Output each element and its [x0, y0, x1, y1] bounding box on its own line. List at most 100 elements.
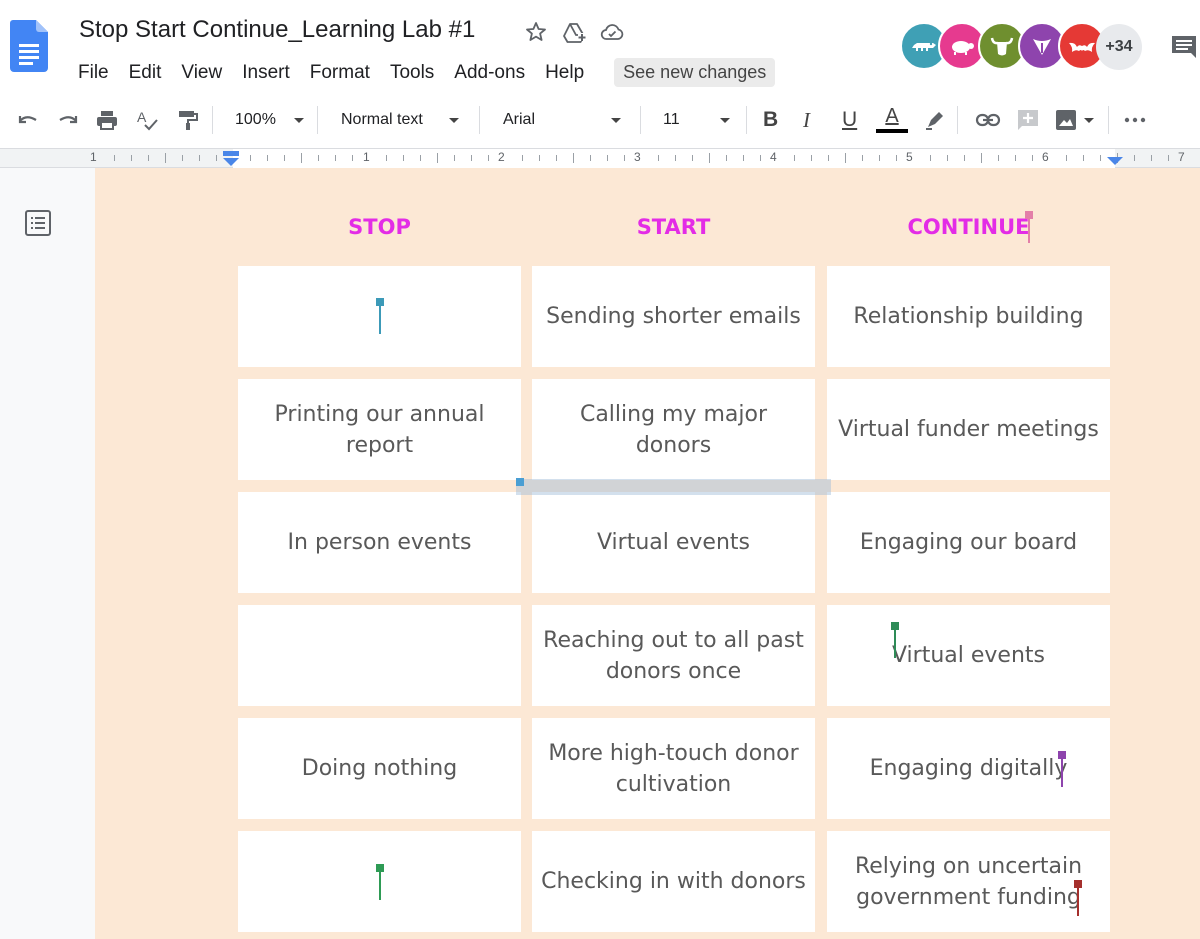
- cloud-saved-icon[interactable]: [600, 20, 624, 44]
- menu-format[interactable]: Format: [310, 62, 370, 84]
- ruler-tick: [114, 155, 115, 161]
- ruler-tick: [964, 155, 965, 161]
- move-to-drive-icon[interactable]: [562, 20, 586, 44]
- menu-edit[interactable]: Edit: [129, 62, 162, 84]
- ruler-tick: [556, 155, 557, 161]
- insert-link-icon[interactable]: [975, 96, 1001, 144]
- document-title[interactable]: Stop Start Continue_Learning Lab #1: [79, 16, 475, 44]
- docs-logo-icon[interactable]: [10, 20, 48, 72]
- font-size-select[interactable]: 11: [663, 96, 730, 144]
- ruler-tick: [539, 155, 540, 161]
- column-header-start: START: [636, 215, 711, 239]
- collaborator-cursor: [1058, 751, 1066, 787]
- ruler-number: 1: [90, 150, 97, 164]
- table-cell[interactable]: Virtual events: [532, 492, 815, 593]
- table-cell[interactable]: Engaging digitally: [827, 718, 1110, 819]
- ruler-tick: [1100, 155, 1101, 161]
- redo-icon[interactable]: [56, 96, 80, 144]
- chevron-down-icon: [611, 117, 622, 123]
- ruler-number: 7: [1178, 150, 1185, 164]
- more-options-icon[interactable]: [1124, 96, 1146, 144]
- ruler-tick: [182, 155, 183, 161]
- ruler-tick: [318, 155, 319, 161]
- left-rail: [0, 168, 95, 939]
- spellcheck-icon[interactable]: A: [135, 96, 159, 144]
- table-cell[interactable]: Relying on uncertain government funding: [827, 831, 1110, 932]
- star-icon[interactable]: [524, 20, 548, 44]
- menu-file[interactable]: File: [78, 62, 109, 84]
- see-new-changes-button[interactable]: See new changes: [614, 58, 776, 87]
- menu-bar: File Edit View Insert Format Tools Add-o…: [78, 58, 776, 87]
- ruler-tick: [845, 153, 846, 163]
- insert-image-icon[interactable]: [1054, 96, 1094, 144]
- comments-icon[interactable]: [1170, 34, 1198, 60]
- italic-button[interactable]: I: [803, 96, 810, 144]
- table-cell[interactable]: Engaging our board: [827, 492, 1110, 593]
- ruler-tick: [590, 155, 591, 161]
- menu-view[interactable]: View: [181, 62, 222, 84]
- chevron-down-icon: [293, 117, 304, 123]
- table-cell[interactable]: [238, 605, 521, 706]
- horizontal-ruler[interactable]: 1 1 2 3 4 5 6 7: [0, 148, 1200, 168]
- ruler-tick: [148, 155, 149, 161]
- size-value: 11: [663, 111, 680, 128]
- paint-format-icon[interactable]: [176, 96, 200, 144]
- text-color-button[interactable]: A: [876, 96, 908, 144]
- zoom-value: 100%: [235, 111, 276, 128]
- print-icon[interactable]: [95, 96, 119, 144]
- zoom-select[interactable]: 100%: [235, 96, 304, 144]
- table-cell[interactable]: In person events: [238, 492, 521, 593]
- paragraph-style-select[interactable]: Normal text: [341, 96, 459, 144]
- underline-button[interactable]: U: [842, 96, 857, 144]
- text-color-swatch: [876, 129, 908, 133]
- table-cell[interactable]: Doing nothing: [238, 718, 521, 819]
- menu-addons[interactable]: Add-ons: [454, 62, 525, 84]
- bold-button[interactable]: B: [763, 96, 778, 144]
- table-cell[interactable]: Sending shorter emails: [532, 266, 815, 367]
- right-indent-marker-icon[interactable]: [1106, 156, 1124, 166]
- ruler-tick: [1168, 155, 1169, 161]
- collaborator-cursor: [376, 864, 384, 900]
- style-value: Normal text: [341, 111, 423, 128]
- ruler-tick: [284, 155, 285, 161]
- ruler-tick: [216, 155, 217, 161]
- table-cell[interactable]: Virtual events: [827, 605, 1110, 706]
- table-cell[interactable]: Relationship building: [827, 266, 1110, 367]
- table-cell[interactable]: Checking in with donors: [532, 831, 815, 932]
- ruler-tick: [352, 155, 353, 161]
- ruler-tick: [811, 155, 812, 161]
- menu-tools[interactable]: Tools: [390, 62, 434, 84]
- ruler-tick: [879, 155, 880, 161]
- toolbar-divider: [957, 106, 958, 134]
- ruler-tick: [1032, 155, 1033, 161]
- menu-insert[interactable]: Insert: [242, 62, 290, 84]
- table-cell[interactable]: Printing our annual report: [238, 379, 521, 480]
- collaborator-cursor: [376, 298, 384, 334]
- table-cell[interactable]: Calling my major donors: [532, 379, 815, 480]
- toolbar-divider: [640, 106, 641, 134]
- ruler-number: 2: [498, 150, 505, 164]
- add-comment-icon[interactable]: [1016, 96, 1040, 144]
- ruler-tick: [471, 155, 472, 161]
- table-cell[interactable]: Virtual funder meetings: [827, 379, 1110, 480]
- ruler-tick: [743, 155, 744, 161]
- collaborator-avatars: +34: [900, 22, 1150, 70]
- more-collaborators-badge[interactable]: +34: [1096, 24, 1142, 70]
- ruler-tick: [862, 155, 863, 161]
- highlight-icon[interactable]: [924, 96, 946, 144]
- ruler-tick: [709, 153, 710, 163]
- left-indent-marker-icon[interactable]: [222, 151, 240, 167]
- ruler-tick: [947, 155, 948, 161]
- ruler-tick: [403, 155, 404, 161]
- formatting-toolbar: A 100% Normal text Arial 11 B I U A: [0, 96, 1200, 144]
- ruler-tick: [420, 155, 421, 161]
- font-select[interactable]: Arial: [503, 96, 622, 144]
- ruler-tick: [250, 155, 251, 161]
- table-cell[interactable]: More high-touch donor cultivation: [532, 718, 815, 819]
- table-cell[interactable]: Reaching out to all past donors once: [532, 605, 815, 706]
- document-outline-icon[interactable]: [25, 210, 51, 236]
- collaborator-cursor: [1025, 211, 1033, 243]
- ruler-tick: [607, 155, 608, 161]
- undo-icon[interactable]: [16, 96, 40, 144]
- menu-help[interactable]: Help: [545, 62, 584, 84]
